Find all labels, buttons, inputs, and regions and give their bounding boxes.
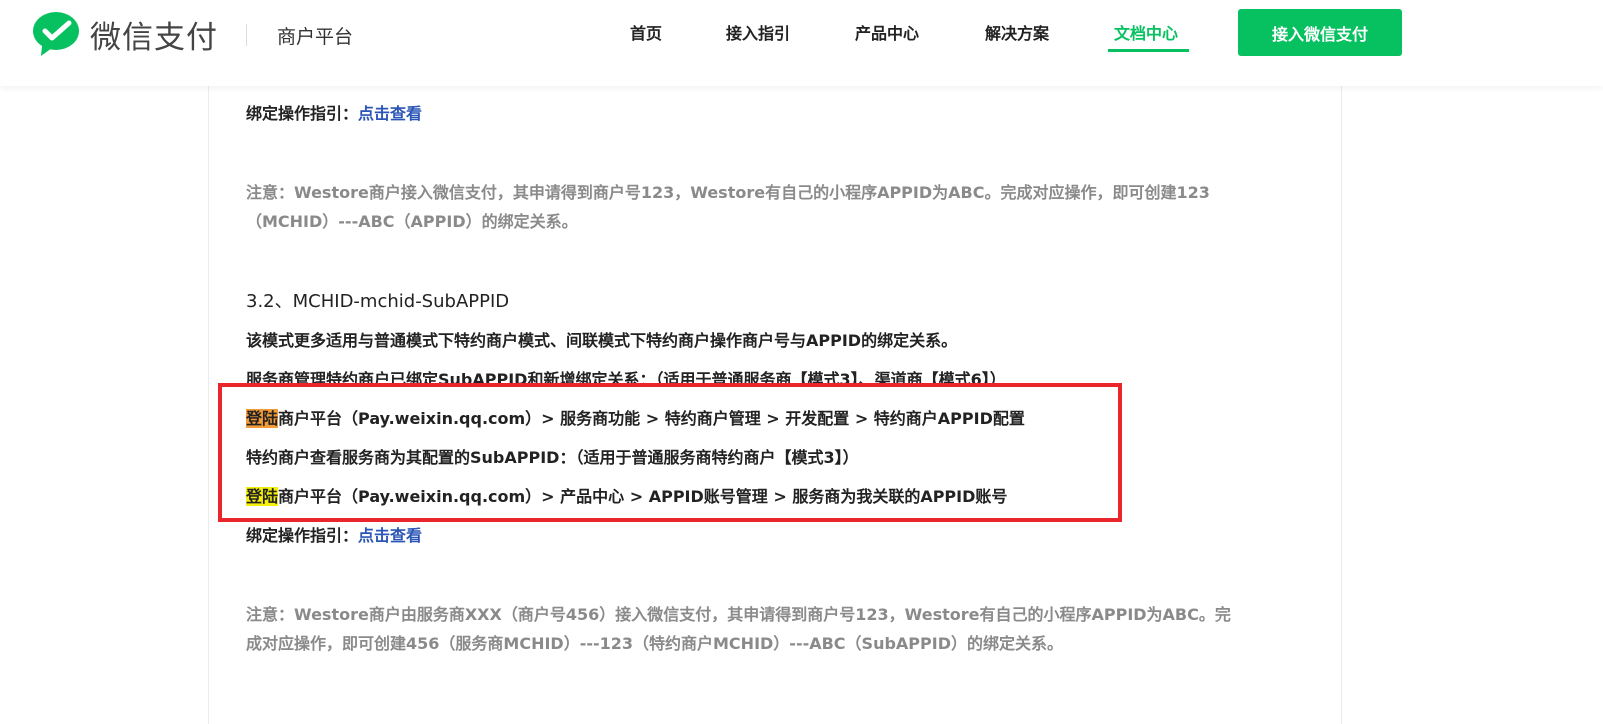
- step-3: 登陆商户平台（Pay.weixin.qq.com）> 产品中心 > APPID账…: [246, 483, 1007, 507]
- brand-divider: [246, 24, 247, 46]
- nav-solutions[interactable]: 解决方案: [985, 20, 1049, 44]
- note-2-line-1: 注意：Westore商户由服务商XXX（商户号456）接入微信支付，其申请得到商…: [246, 605, 1231, 624]
- top-header: 微信支付 商户平台 首页 接入指引 产品中心 解决方案 文档中心 接入微信支付: [0, 0, 1603, 86]
- step-2: 特约商户查看服务商为其配置的SubAPPID：（适用于普通服务商特约商户【模式3…: [246, 448, 859, 467]
- step-1: 登陆商户平台（Pay.weixin.qq.com）> 服务商功能 > 特约商户管…: [246, 405, 1025, 429]
- paragraph-1: 该模式更多适用与普通模式下特约商户模式、间联模式下特约商户操作商户号与APPID…: [246, 331, 958, 350]
- guide-line-2: 绑定操作指引：点击查看: [246, 522, 422, 546]
- guide-label: 绑定操作指引：: [246, 104, 359, 123]
- platform-name: 商户平台: [277, 26, 354, 48]
- step-1-path: 商户平台（Pay.weixin.qq.com）> 服务商功能 > 特约商户管理 …: [278, 409, 1025, 428]
- section-heading: 3.2、MCHID-mchid-SubAPPID: [246, 291, 510, 312]
- guide-label: 绑定操作指引：: [246, 526, 359, 545]
- view-guide-link[interactable]: 点击查看: [358, 526, 422, 545]
- nav-access-guide[interactable]: 接入指引: [726, 20, 790, 44]
- step-3-path: 商户平台（Pay.weixin.qq.com）> 产品中心 > APPID账号管…: [278, 487, 1008, 506]
- nav-products[interactable]: 产品中心: [855, 20, 919, 44]
- wechat-pay-logo-icon[interactable]: [32, 11, 80, 57]
- view-guide-link[interactable]: 点击查看: [358, 104, 422, 123]
- note-2-line-2: 成对应操作，即可创建456（服务商MCHID）---123（特约商户MCHID）…: [246, 634, 1063, 653]
- active-nav-underline: [1108, 49, 1189, 52]
- note-1-line-2: （MCHID）---ABC（APPID）的绑定关系。: [246, 212, 578, 231]
- highlight-login: 登陆: [246, 409, 279, 428]
- brand-name[interactable]: 微信支付: [90, 12, 218, 57]
- join-wechat-pay-button[interactable]: 接入微信支付: [1238, 9, 1402, 56]
- nav-docs[interactable]: 文档中心: [1114, 20, 1178, 44]
- paragraph-2: 服务商管理特约商户已绑定SubAPPID和新增绑定关系：（适用于普通服务商【模式…: [246, 370, 1006, 389]
- guide-line-1: 绑定操作指引：点击查看: [246, 100, 422, 124]
- nav-home[interactable]: 首页: [630, 20, 662, 44]
- highlight-login: 登陆: [246, 487, 279, 506]
- note-1-line-1: 注意：Westore商户接入微信支付，其申请得到商户号123，Westore有自…: [246, 183, 1210, 202]
